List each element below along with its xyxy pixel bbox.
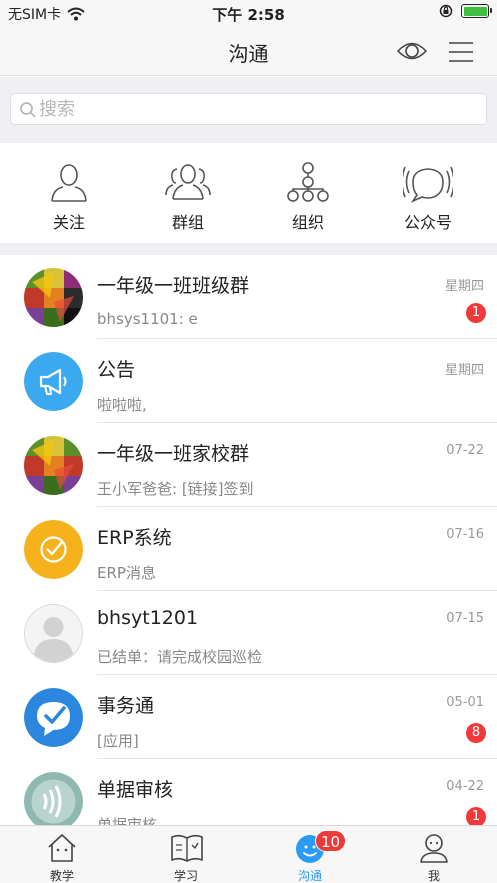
menu-icon	[449, 42, 473, 62]
chat-row-affairs[interactable]: 事务通 [应用] 05-01 8	[0, 675, 497, 759]
chat-row-announcement[interactable]: 公告 啦啦啦, 星期四	[0, 339, 497, 423]
status-bar: 无SIM卡 下午 2:58	[0, 0, 497, 26]
chat-name: 单据审核	[97, 779, 174, 801]
chat-row-bhsyt1201[interactable]: bhsyt1201 已结单：请完成校园巡检 07-15	[0, 591, 497, 675]
quick-entry-label: 群组	[171, 213, 204, 232]
chat-time: 05-01	[446, 695, 484, 710]
rotation-lock-icon	[439, 4, 453, 18]
quick-entry-label: 公众号	[403, 213, 452, 232]
search-icon	[20, 102, 36, 118]
chat-row-document-review[interactable]: 单据审核 单据审核 04-22 1	[0, 759, 497, 825]
signal-avatar	[24, 772, 83, 825]
battery-fill	[463, 6, 487, 16]
chat-preview: bhsys1101: e	[97, 310, 198, 328]
quick-entry-organization[interactable]: 组织	[246, 143, 370, 243]
broadcast-icon	[403, 166, 453, 203]
chat-name: 公告	[97, 359, 136, 381]
chat-check-avatar	[24, 688, 83, 747]
default-user-avatar	[24, 604, 83, 663]
chat-time: 07-16	[446, 527, 484, 542]
quick-entry-follow[interactable]: 关注	[7, 143, 131, 243]
chat-list: 一年级一班班级群 bhsys1101: e 星期四 1 公告 啦啦啦, 星期四	[0, 255, 497, 825]
unread-badge: 1	[466, 303, 486, 323]
profile-icon	[420, 834, 448, 863]
tab-me[interactable]: 我	[372, 826, 496, 883]
unread-badge: 1	[466, 807, 486, 825]
chat-preview: [应用]	[97, 732, 139, 750]
tab-learning[interactable]: 学习	[124, 826, 248, 883]
chat-time: 星期四	[444, 363, 484, 378]
chat-preview: ERP消息	[97, 564, 156, 582]
section-divider	[0, 243, 497, 255]
chat-preview: 单据审核	[97, 816, 158, 825]
house-icon	[48, 834, 76, 862]
person-icon	[51, 164, 87, 202]
chat-row-home-school-group[interactable]: 一年级一班家校群 王小军爸爸: [链接]签到 07-22	[0, 423, 497, 507]
tab-label: 学习	[173, 869, 198, 883]
quick-entry-label: 关注	[52, 213, 85, 232]
mosaic-avatar	[24, 436, 83, 495]
mosaic-avatar	[24, 268, 83, 327]
status-time: 下午 2:58	[212, 6, 285, 24]
unread-badge: 8	[466, 723, 486, 743]
tab-bar: 教学 学习 10 沟通 我	[0, 825, 497, 883]
chat-row-erp[interactable]: ERP系统 ERP消息 07-16	[0, 507, 497, 591]
tab-communication[interactable]: 10 沟通	[248, 826, 372, 883]
megaphone-avatar	[24, 352, 83, 411]
chat-time: 星期四	[444, 279, 484, 294]
eye-icon	[396, 42, 428, 60]
chat-preview: 已结单：请完成校园巡检	[97, 648, 263, 666]
group-icon	[165, 164, 211, 200]
nav-bar: 沟通	[0, 26, 497, 76]
tab-unread-badge: 10	[315, 830, 347, 852]
search-area	[0, 77, 497, 143]
chat-name: ERP系统	[97, 527, 172, 549]
chat-time: 07-15	[446, 611, 484, 626]
chat-name: 事务通	[97, 695, 155, 717]
status-right	[439, 4, 492, 18]
chat-row-class-group[interactable]: 一年级一班班级群 bhsys1101: e 星期四 1	[0, 255, 497, 339]
search-box[interactable]	[10, 93, 487, 125]
book-icon	[171, 834, 203, 862]
org-chart-icon	[287, 162, 329, 202]
tab-label: 沟通	[297, 869, 322, 883]
quick-entries: 关注 群组 组织 公众号	[0, 143, 497, 243]
chat-time: 04-22	[446, 779, 484, 794]
chat-time: 07-22	[446, 443, 484, 458]
tab-label: 教学	[49, 869, 74, 883]
check-circle-avatar	[24, 520, 83, 579]
battery-icon	[461, 4, 492, 18]
chat-name: bhsyt1201	[97, 607, 199, 629]
menu-button[interactable]	[447, 40, 475, 64]
quick-entry-public-accounts[interactable]: 公众号	[366, 143, 490, 243]
chat-preview: 啦啦啦,	[97, 396, 147, 414]
eye-button[interactable]	[396, 38, 428, 64]
tab-teaching[interactable]: 教学	[0, 826, 124, 883]
search-input[interactable]	[39, 97, 469, 121]
chat-name: 一年级一班家校群	[97, 443, 250, 465]
chat-name: 一年级一班班级群	[97, 275, 250, 297]
chat-preview: 王小军爸爸: [链接]签到	[97, 480, 254, 498]
quick-entry-groups[interactable]: 群组	[126, 143, 250, 243]
tab-label: 我	[427, 869, 440, 883]
quick-entry-label: 组织	[291, 213, 324, 232]
